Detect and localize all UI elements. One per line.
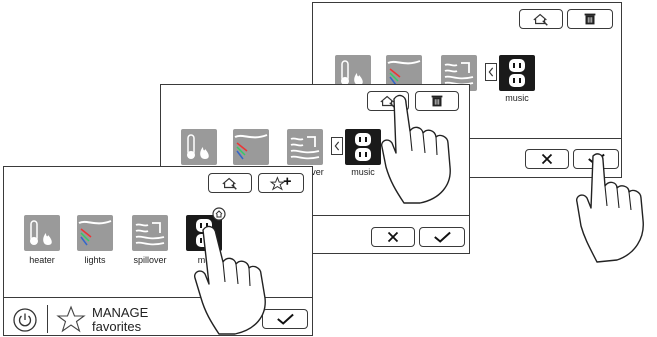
hand-pointer-icon bbox=[380, 94, 451, 204]
heater-tile[interactable] bbox=[24, 215, 60, 251]
star-plus-icon bbox=[269, 176, 291, 191]
lights-icon bbox=[234, 134, 268, 160]
scroll-left-button[interactable] bbox=[485, 63, 497, 81]
home-edit-button[interactable] bbox=[208, 173, 252, 193]
favorite-badge-icon bbox=[212, 207, 226, 221]
cancel-button[interactable] bbox=[371, 227, 415, 247]
lights-tile[interactable] bbox=[233, 129, 269, 165]
spillover-tile[interactable] bbox=[132, 215, 168, 251]
chevron-left-icon bbox=[488, 67, 494, 77]
manage-label-line2: favorites bbox=[92, 319, 142, 334]
home-edit-button[interactable] bbox=[519, 9, 563, 29]
spillover-icon bbox=[135, 222, 165, 246]
confirm-button[interactable] bbox=[419, 227, 465, 247]
check-icon bbox=[434, 231, 451, 243]
trash-icon bbox=[584, 13, 596, 25]
x-icon bbox=[387, 231, 399, 243]
power-icon[interactable] bbox=[12, 307, 38, 333]
delete-button[interactable] bbox=[567, 9, 613, 29]
music-tile[interactable] bbox=[345, 129, 381, 165]
star-icon bbox=[56, 305, 86, 333]
spillover-tile[interactable] bbox=[287, 129, 323, 165]
scroll-left-button[interactable] bbox=[331, 137, 343, 155]
hand-pointer-front bbox=[193, 222, 283, 337]
spillover-label: spillover bbox=[133, 255, 167, 265]
cancel-button[interactable] bbox=[525, 149, 569, 169]
hand-pointer-icon bbox=[193, 225, 266, 335]
manage-label-line1: MANAGE bbox=[92, 305, 149, 320]
add-favorite-button[interactable] bbox=[258, 173, 304, 193]
hand-pointer-icon bbox=[575, 153, 644, 263]
manage-favorites-label[interactable]: MANAGE favorites bbox=[92, 306, 148, 334]
chevron-left-icon bbox=[334, 141, 340, 151]
music-tile[interactable] bbox=[499, 55, 535, 91]
outlet-icon bbox=[509, 59, 525, 87]
heater-tile[interactable] bbox=[181, 129, 217, 165]
outlet-icon bbox=[355, 133, 371, 161]
x-icon bbox=[541, 153, 553, 165]
home-edit-icon bbox=[222, 177, 237, 190]
home-edit-icon bbox=[533, 13, 548, 26]
heater-icon bbox=[30, 220, 52, 245]
spillover-icon bbox=[290, 136, 320, 160]
lights-label: lights bbox=[84, 255, 106, 265]
lights-icon bbox=[78, 220, 112, 246]
heater-icon bbox=[187, 134, 209, 159]
hand-pointer-back bbox=[575, 150, 655, 265]
heater-label: heater bbox=[29, 255, 55, 265]
lights-tile[interactable] bbox=[77, 215, 113, 251]
music-label: music bbox=[505, 93, 529, 103]
footer-separator bbox=[47, 305, 48, 333]
hand-pointer-middle bbox=[380, 93, 465, 208]
